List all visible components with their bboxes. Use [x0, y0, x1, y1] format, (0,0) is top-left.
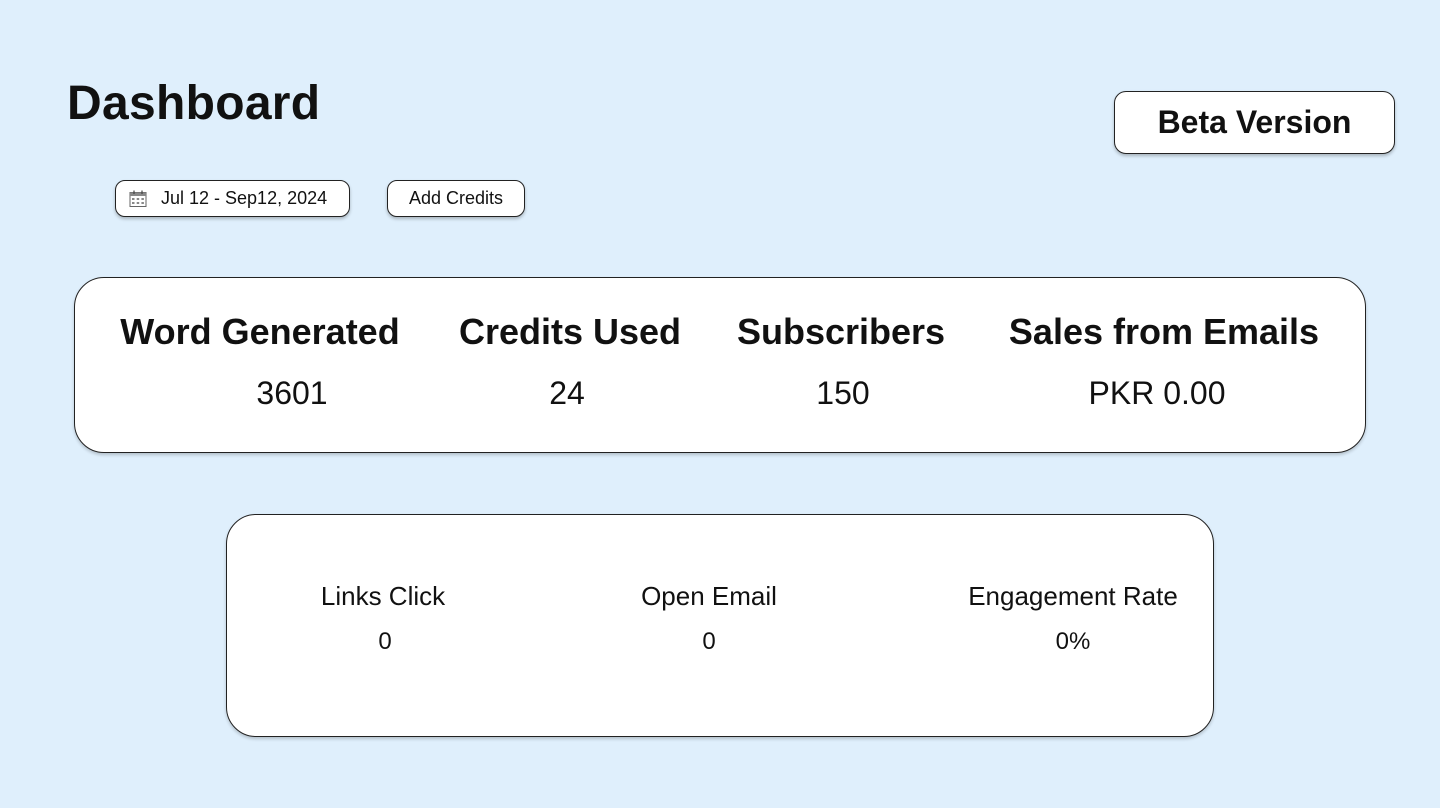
eng-label-open-email: Open Email — [641, 581, 777, 611]
eng-label-engagement-rate: Engagement Rate — [968, 581, 1178, 611]
stat-value-sales-from-emails: PKR 0.00 — [1088, 375, 1226, 411]
stat-value-word-generated: 3601 — [256, 375, 328, 411]
stat-label-subscribers: Subscribers — [736, 311, 946, 352]
stat-value-subscribers: 150 — [816, 375, 870, 411]
page-title: Dashboard — [67, 77, 321, 130]
stat-label-word-generated: Word Generated — [120, 311, 400, 352]
eng-value-links-click: 0 — [378, 628, 392, 655]
eng-value-open-email: 0 — [702, 628, 716, 655]
add-credits-button[interactable]: Add Credits — [387, 180, 525, 217]
date-range-picker[interactable]: Jul 12 - Sep12, 2024 — [115, 180, 350, 217]
stats-card: Word Generated 3601 Credits Used 24 Subs… — [74, 277, 1366, 453]
beta-version-button[interactable]: Beta Version — [1114, 91, 1395, 154]
calendar-icon — [128, 189, 148, 209]
engagement-card: Links Click 0 Open Email 0 Engagement Ra… — [226, 514, 1214, 737]
eng-value-engagement-rate: 0% — [1055, 628, 1091, 655]
eng-label-links-click: Links Click — [320, 581, 446, 611]
date-range-label: Jul 12 - Sep12, 2024 — [161, 188, 328, 208]
stat-label-credits-used: Credits Used — [458, 311, 682, 352]
stat-value-credits-used: 24 — [549, 375, 585, 411]
stat-label-sales-from-emails: Sales from Emails — [1008, 311, 1320, 352]
